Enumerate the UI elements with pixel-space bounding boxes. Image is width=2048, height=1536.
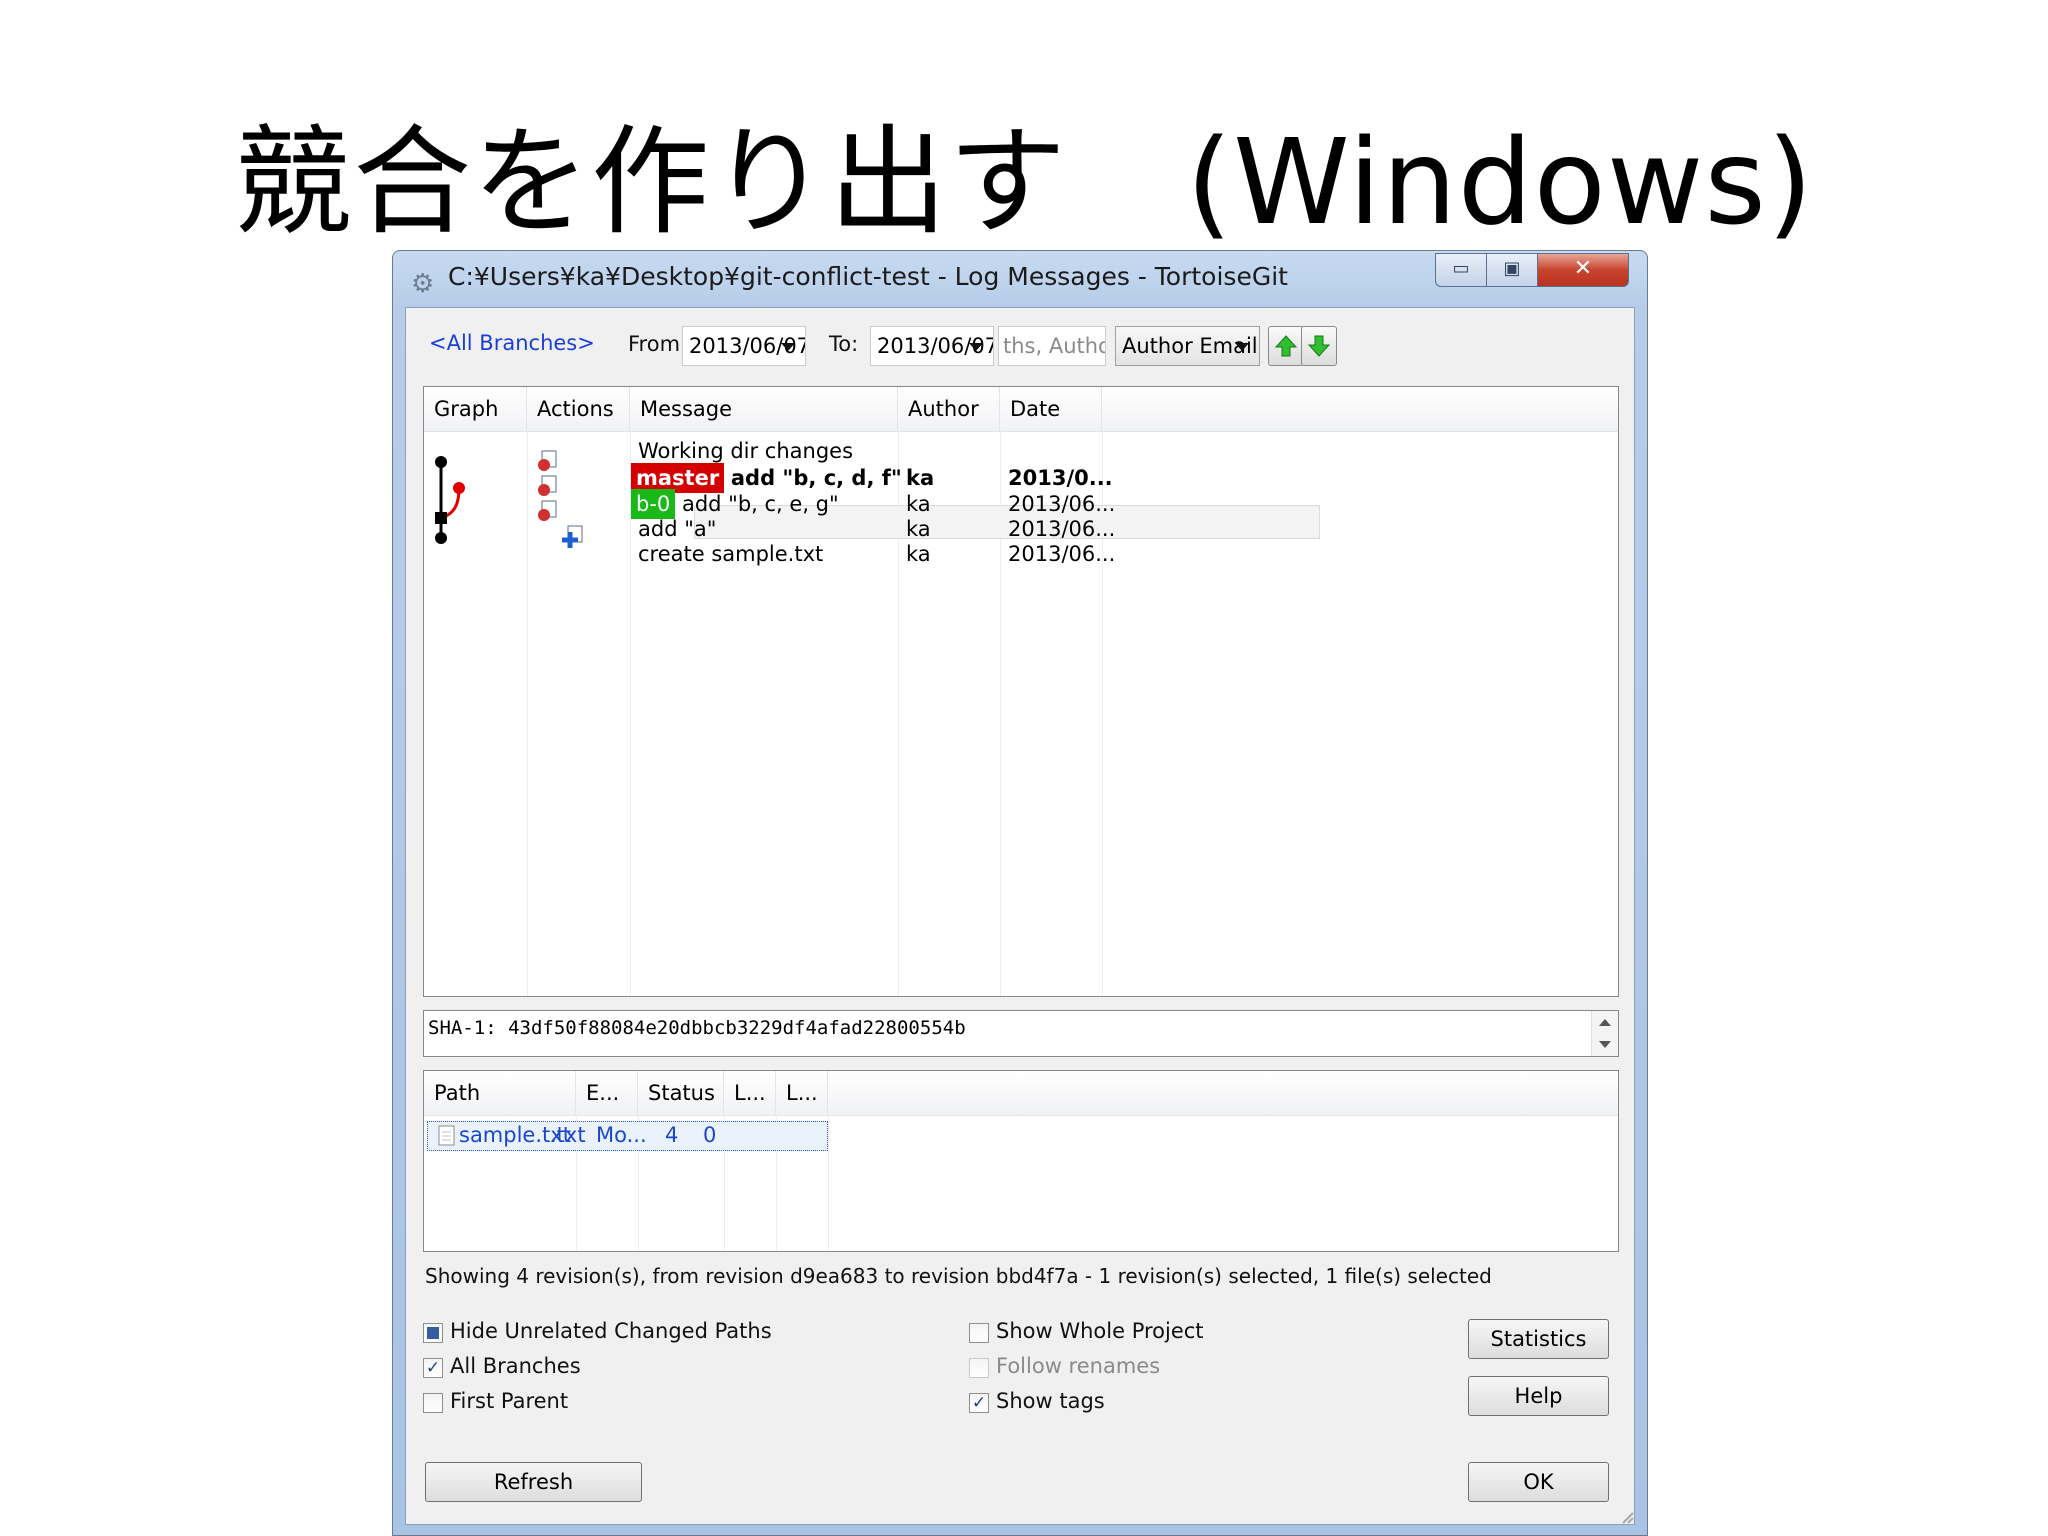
close-button[interactable]: ✕	[1537, 253, 1629, 287]
scroll-up-icon[interactable]	[1599, 1019, 1611, 1026]
tortoisegit-app-icon: ⚙	[411, 269, 435, 299]
log-row-message[interactable]: b-0 add "b, c, e, g"	[631, 489, 839, 519]
column-header-path[interactable]: Path	[424, 1071, 576, 1115]
log-messages-window: ⚙ C:¥Users¥ka¥Desktop¥git-conflict-test …	[392, 250, 1648, 1536]
column-divider	[527, 431, 528, 996]
refresh-button[interactable]: Refresh	[425, 1462, 642, 1502]
show-whole-project-label[interactable]: Show Whole Project	[996, 1319, 1204, 1343]
to-label: To:	[829, 332, 859, 356]
show-tags-checkbox[interactable]: ✓	[969, 1393, 989, 1413]
column-header-date[interactable]: Date	[1000, 387, 1102, 431]
column-header-actions[interactable]: Actions	[527, 387, 630, 431]
dialog-client-area: <All Branches> From: 2013/06/07 To: 2013…	[405, 307, 1635, 1525]
column-header-message[interactable]: Message	[630, 387, 898, 431]
commit-message: add "b, c, e, g"	[681, 492, 839, 516]
all-branches-label[interactable]: All Branches	[450, 1354, 581, 1378]
commit-date: 2013/06...	[1008, 492, 1116, 516]
follow-renames-label: Follow renames	[996, 1354, 1161, 1378]
commit-author: ka	[906, 542, 931, 566]
column-header-lines-removed[interactable]: L...	[776, 1071, 828, 1115]
search-placeholder: ths, Authors, E	[1003, 334, 1105, 358]
commit-node-root	[435, 532, 447, 544]
commit-date: 2013/06...	[1008, 542, 1116, 566]
help-button[interactable]: Help	[1468, 1376, 1609, 1416]
modified-action-icon	[538, 475, 557, 496]
first-parent-label[interactable]: First Parent	[450, 1389, 568, 1413]
revision-graph	[435, 456, 465, 544]
column-header-lines-added[interactable]: L...	[724, 1071, 776, 1115]
from-date-picker[interactable]: 2013/06/07	[682, 326, 806, 366]
search-input[interactable]: ths, Authors, E	[998, 326, 1106, 366]
file-row[interactable]: sample.txt .txt Mo... 4 0	[427, 1121, 828, 1151]
file-lines-added: 4	[665, 1123, 679, 1147]
modified-action-icon	[538, 450, 557, 471]
commit-author: ka	[906, 466, 935, 490]
chevron-down-icon	[781, 343, 795, 351]
file-status: Mo...	[596, 1123, 647, 1147]
commit-message: add "b, c, d, f"	[730, 466, 902, 490]
to-date-picker[interactable]: 2013/06/07	[870, 326, 994, 366]
commit-node-b-0	[453, 482, 465, 494]
commit-date: 2013/0...	[1008, 466, 1113, 490]
changed-files-list[interactable]: Path E... Status L... L... sample.txt .t…	[423, 1070, 1619, 1252]
green-up-arrow-icon	[1274, 335, 1298, 357]
next-button[interactable]	[1301, 326, 1337, 366]
log-list-header: Graph Actions Message Author Date	[424, 387, 1618, 432]
ok-button[interactable]: OK	[1468, 1462, 1609, 1502]
all-branches-link[interactable]: <All Branches>	[429, 331, 595, 355]
green-down-arrow-icon	[1307, 335, 1331, 357]
commit-message[interactable]: create sample.txt	[638, 542, 823, 566]
slide-title: 競合を作り出す (Windows)	[234, 113, 1814, 251]
merge-base-node	[435, 512, 447, 524]
resize-grip-icon[interactable]	[1618, 1508, 1634, 1524]
hide-unrelated-label[interactable]: Hide Unrelated Changed Paths	[450, 1319, 772, 1343]
text-file-icon	[438, 1125, 455, 1146]
chevron-down-icon	[969, 343, 983, 351]
column-header-author[interactable]: Author	[898, 387, 1000, 431]
prev-button[interactable]	[1268, 326, 1304, 366]
file-lines-removed: 0	[703, 1123, 717, 1147]
commit-author: ka	[906, 492, 931, 516]
window-title: C:¥Users¥ka¥Desktop¥git-conflict-test - …	[448, 262, 1288, 291]
commit-details-box[interactable]: SHA-1: 43df50f88084e20dbbcb3229df4afad22…	[423, 1010, 1619, 1057]
added-action-icon	[562, 525, 583, 548]
column-header-extension[interactable]: E...	[576, 1071, 638, 1115]
commit-author: ka	[906, 517, 931, 541]
show-tags-label[interactable]: Show tags	[996, 1389, 1105, 1413]
sha-text: SHA-1: 43df50f88084e20dbbcb3229df4afad22…	[428, 1017, 966, 1039]
first-parent-checkbox[interactable]	[423, 1393, 443, 1413]
maximize-button[interactable]: ▣	[1486, 253, 1538, 287]
minimize-button[interactable]: ▭	[1435, 253, 1487, 287]
column-header-status[interactable]: Status	[638, 1071, 724, 1115]
status-line: Showing 4 revision(s), from revision d9e…	[425, 1264, 1492, 1288]
details-scrollbar[interactable]	[1591, 1011, 1618, 1056]
commit-message[interactable]: add "a"	[638, 517, 716, 541]
follow-renames-checkbox	[969, 1358, 989, 1378]
branch-tag-b-0: b-0	[631, 489, 676, 519]
chevron-down-icon	[1235, 343, 1249, 351]
commit-date: 2013/06...	[1008, 517, 1116, 541]
column-header-graph[interactable]: Graph	[424, 387, 527, 431]
from-label: From:	[628, 332, 688, 356]
modified-action-icon	[538, 500, 557, 521]
title-bar[interactable]: ⚙ C:¥Users¥ka¥Desktop¥git-conflict-test …	[393, 251, 1647, 305]
working-dir-row[interactable]: Working dir changes	[638, 439, 853, 463]
log-list[interactable]: Graph Actions Message Author Date Workin…	[423, 386, 1619, 997]
column-divider	[828, 1115, 829, 1251]
all-branches-checkbox[interactable]: ✓	[423, 1358, 443, 1378]
scroll-down-icon[interactable]	[1599, 1041, 1611, 1048]
show-whole-project-checkbox[interactable]	[969, 1323, 989, 1343]
file-extension: .txt	[550, 1123, 586, 1147]
search-field-select[interactable]: Author Email	[1115, 326, 1260, 366]
statistics-button[interactable]: Statistics	[1468, 1319, 1609, 1359]
files-list-header: Path E... Status L... L...	[424, 1071, 1618, 1116]
commit-node-master	[435, 456, 447, 468]
hide-unrelated-checkbox[interactable]	[423, 1323, 443, 1343]
